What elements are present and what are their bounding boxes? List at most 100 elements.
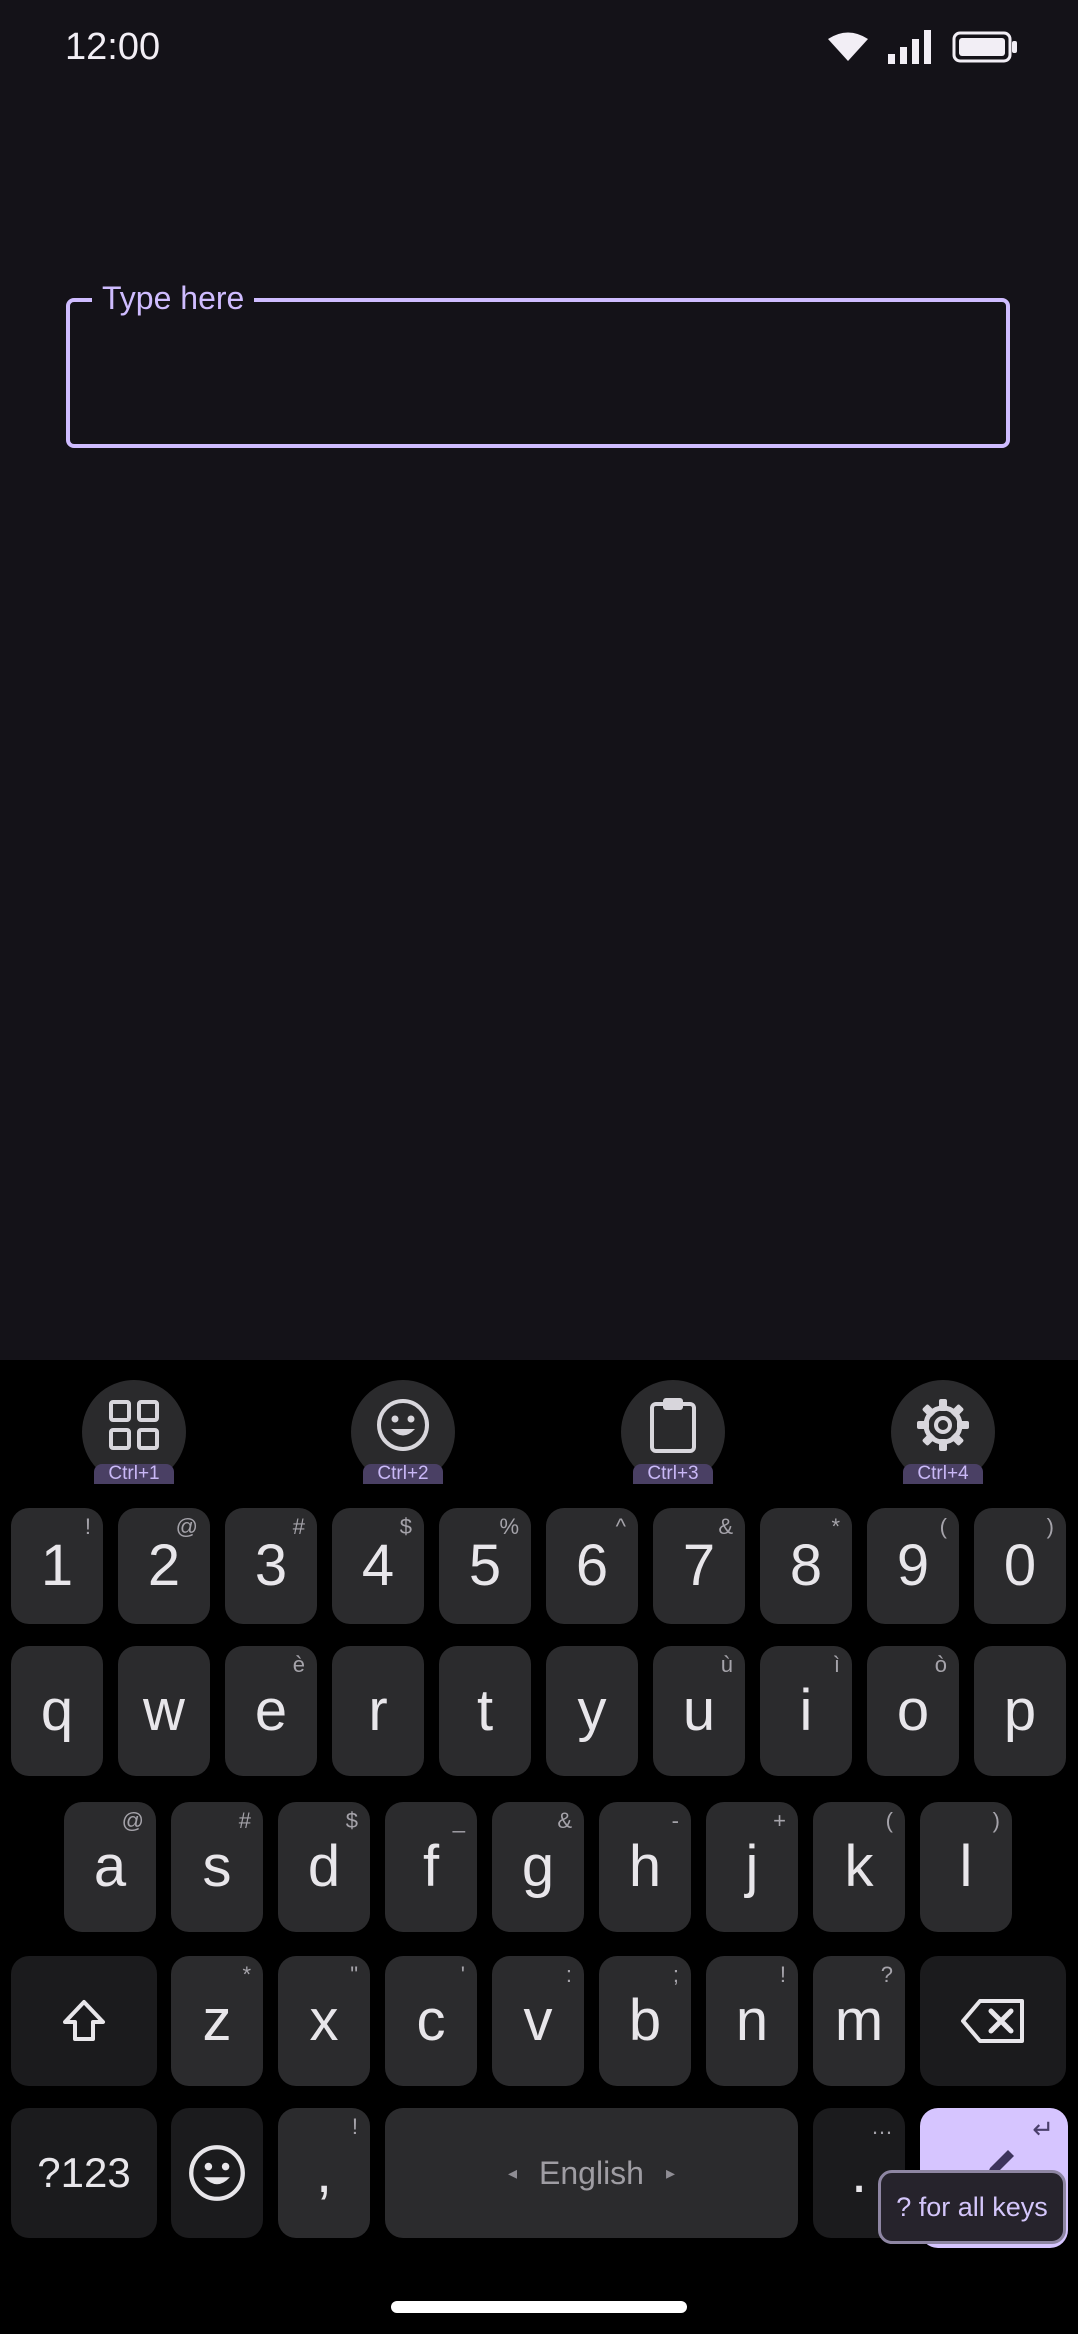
key-e[interactable]: eè (225, 1646, 317, 1776)
key-hint: & (557, 1808, 572, 1833)
key-h[interactable]: h- (599, 1802, 691, 1932)
shortcut-label: Ctrl+4 (903, 1464, 983, 1484)
backspace-key[interactable] (920, 1956, 1066, 2086)
key-hint: : (565, 1962, 572, 1987)
key-label: , (315, 2140, 333, 2205)
key-q[interactable]: q (11, 1646, 103, 1776)
key-label: r (368, 1678, 388, 1743)
key-k[interactable]: k( (813, 1802, 905, 1932)
gesture-nav-handle[interactable] (391, 2301, 687, 2313)
clipboard-icon (650, 1398, 696, 1453)
key-label: y (577, 1678, 607, 1743)
keyboard: Ctrl+1 Ctrl+2 Ctrl+3 Ctrl+4 1 ! 2 @ 3 # … (0, 1360, 1078, 2334)
key-g[interactable]: g & (492, 1802, 584, 1932)
key-d[interactable]: d $ (278, 1802, 370, 1932)
key-i[interactable]: iì (760, 1646, 852, 1776)
key-label: d (307, 1834, 341, 1899)
key-hint: … (871, 2114, 893, 2139)
shift-icon (63, 2000, 105, 2041)
key-label: i (799, 1678, 813, 1743)
key-label: j (745, 1834, 759, 1899)
key-hint: ò (934, 1652, 947, 1677)
key-label: n (735, 1988, 769, 2053)
emoji-icon (377, 1399, 429, 1451)
key-v[interactable]: v: (492, 1956, 584, 2086)
key-label: c (416, 1988, 446, 2053)
key-label: e (254, 1678, 288, 1743)
key-r[interactable]: r (332, 1646, 424, 1776)
key-c[interactable]: c ' (385, 1956, 477, 2086)
keyboard-toolbar-apps-button[interactable]: Ctrl+1 (82, 1380, 186, 1484)
key-label: 0 (1003, 1533, 1037, 1598)
key-hint: ì (833, 1652, 840, 1677)
key-label: k (844, 1834, 874, 1899)
key-p[interactable]: p (974, 1646, 1066, 1776)
key-n[interactable]: n! (706, 1956, 798, 2086)
key-o[interactable]: oò (867, 1646, 959, 1776)
key-4[interactable]: 4 $ (332, 1508, 424, 1624)
key-t[interactable]: t (439, 1646, 531, 1776)
key-label: 8 (789, 1533, 823, 1598)
key-3[interactable]: 3 # (225, 1508, 317, 1624)
battery-icon (952, 31, 1017, 63)
key-label: x (309, 1988, 339, 2053)
comma-key[interactable]: ,! (278, 2108, 370, 2238)
key-label: p (1003, 1678, 1037, 1743)
shift-key[interactable] (11, 1956, 157, 2086)
key-hint: ( (939, 1514, 947, 1539)
key-hint: @ (121, 1808, 144, 1833)
key-hint: + (773, 1808, 786, 1833)
keyboard-toolbar-settings-button[interactable]: Ctrl+4 (891, 1380, 995, 1484)
key-z[interactable]: z * (171, 1956, 263, 2086)
key-2[interactable]: 2 @ (118, 1508, 210, 1624)
key-hint: ) (1046, 1514, 1054, 1539)
key-label: 3 (254, 1533, 288, 1598)
key-label: 7 (682, 1533, 716, 1598)
key-m[interactable]: m? (813, 1956, 905, 2086)
key-x[interactable]: x " (278, 1956, 370, 2086)
gear-icon (917, 1399, 969, 1451)
key-label: 4 (361, 1533, 395, 1598)
symbols-key-label: ?123 (37, 2149, 131, 2196)
emoji-key[interactable] (171, 2108, 263, 2238)
symbols-key[interactable]: ?123 (11, 2108, 157, 2238)
key-s[interactable]: s # (171, 1802, 263, 1932)
grid-icon (109, 1400, 159, 1450)
status-time: 12:00 (65, 26, 161, 68)
space-left-arrow: ◂ (507, 2162, 518, 2183)
key-j[interactable]: j + (706, 1802, 798, 1932)
key-label: 9 (896, 1533, 930, 1598)
key-label: u (682, 1678, 716, 1743)
key-8[interactable]: 8 * (760, 1508, 852, 1624)
key-hint: # (292, 1514, 305, 1539)
key-hint: * (242, 1962, 251, 1987)
key-hint: ù (720, 1652, 733, 1677)
status-bar: 12:00 (0, 0, 1078, 96)
key-w[interactable]: w (118, 1646, 210, 1776)
key-l[interactable]: l) (920, 1802, 1012, 1932)
key-a[interactable]: a @ (64, 1802, 156, 1932)
key-label: 5 (468, 1533, 502, 1598)
all-keys-tooltip: ? for all keys (878, 2170, 1066, 2244)
key-hint: ! (351, 2114, 358, 2139)
keyboard-toolbar-emoji-button[interactable]: Ctrl+2 (351, 1380, 455, 1484)
key-label: l (959, 1834, 973, 1899)
key-6[interactable]: 6 ^ (546, 1508, 638, 1624)
space-key[interactable]: ◂ English ▸ (385, 2108, 798, 2238)
key-hint: - (671, 1808, 679, 1833)
key-f[interactable]: f _ (385, 1802, 477, 1932)
key-hint: % (499, 1514, 519, 1539)
key-b[interactable]: b; (599, 1956, 691, 2086)
key-1[interactable]: 1! (11, 1508, 103, 1624)
text-input-field[interactable]: Type here (66, 278, 1010, 448)
shortcut-label: Ctrl+1 (94, 1464, 174, 1484)
key-0[interactable]: 0) (974, 1508, 1066, 1624)
key-hint: * (831, 1514, 840, 1539)
key-5[interactable]: 5% (439, 1508, 531, 1624)
key-hint: $ (399, 1514, 412, 1539)
key-9[interactable]: 9( (867, 1508, 959, 1624)
keyboard-toolbar-clipboard-button[interactable]: Ctrl+3 (621, 1380, 725, 1484)
key-u[interactable]: uù (653, 1646, 745, 1776)
key-y[interactable]: y (546, 1646, 638, 1776)
key-7[interactable]: 7 & (653, 1508, 745, 1624)
